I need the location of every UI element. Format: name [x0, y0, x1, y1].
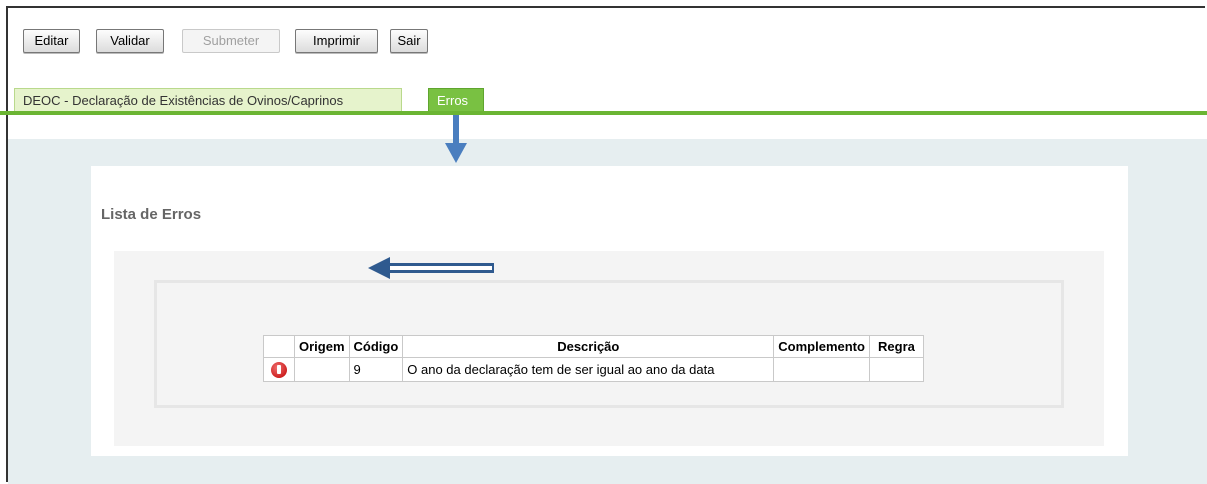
edit-button[interactable]: Editar — [23, 29, 80, 53]
table-row[interactable]: 9 O ano da declaração tem de ser igual a… — [263, 357, 924, 382]
exit-button[interactable]: Sair — [390, 29, 428, 53]
column-header-origem: Origem — [294, 335, 350, 358]
error-icon — [271, 361, 287, 378]
submit-button: Submeter — [182, 29, 280, 53]
panel-title: Lista de Erros — [101, 206, 202, 223]
tab-deoc[interactable]: DEOC - Declaração de Existências de Ovin… — [14, 88, 402, 112]
complemento-cell — [773, 357, 870, 382]
column-header-complemento: Complemento — [773, 335, 870, 358]
column-header-regra: Regra — [868, 335, 924, 358]
column-header-codigo: Código — [348, 335, 404, 358]
origem-cell — [294, 357, 350, 382]
regra-cell — [868, 357, 924, 382]
errors-inner-box: Origem Código Descrição Complemento Regr… — [154, 280, 1064, 408]
errors-panel: Lista de Erros Origem Código Descrição C… — [91, 166, 1128, 456]
column-header-descricao: Descrição — [402, 335, 775, 358]
errors-container: Origem Código Descrição Complemento Regr… — [114, 251, 1104, 446]
errors-table: Origem Código Descrição Complemento Regr… — [263, 335, 924, 382]
annotation-down-arrow-icon — [445, 115, 467, 163]
codigo-cell: 9 — [348, 357, 404, 382]
column-header-icon — [263, 335, 295, 358]
table-header-row: Origem Código Descrição Complemento Regr… — [263, 335, 924, 358]
validate-button[interactable]: Validar — [96, 29, 164, 53]
error-cell — [263, 357, 295, 382]
print-button[interactable]: Imprimir — [295, 29, 378, 53]
tab-underline — [0, 111, 1207, 115]
annotation-left-arrow-icon — [368, 257, 494, 279]
tab-erros[interactable]: Erros — [428, 88, 484, 112]
descricao-cell: O ano da declaração tem de ser igual ao … — [402, 357, 775, 382]
